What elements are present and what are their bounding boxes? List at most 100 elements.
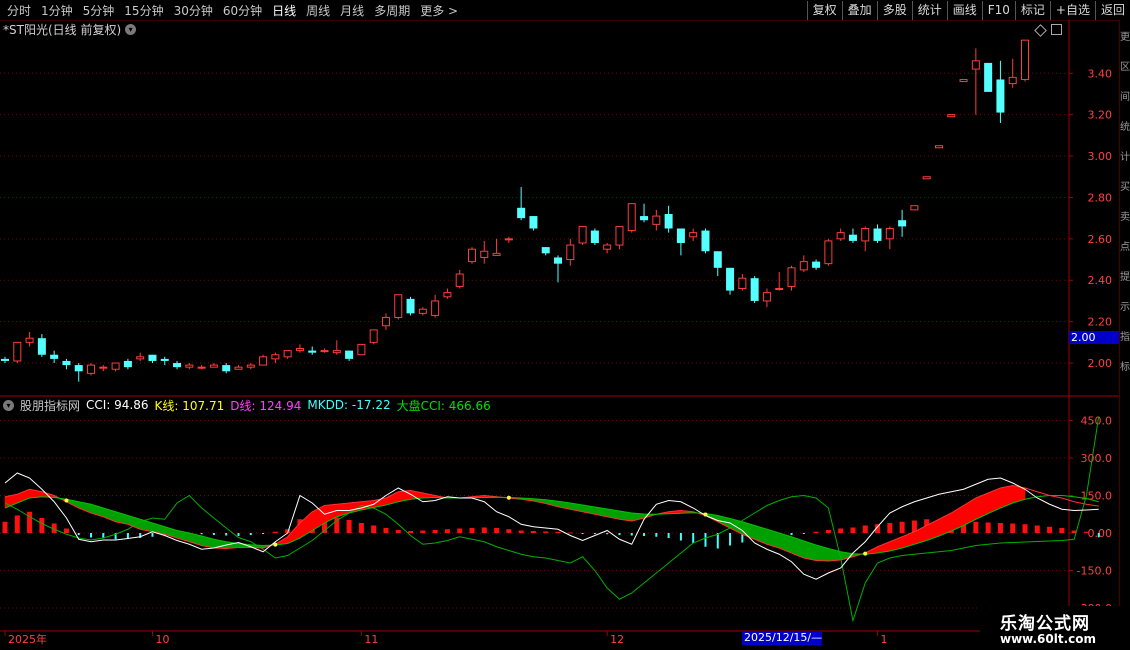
sidebar-glyph[interactable]: 提 (1120, 268, 1130, 283)
mkdd-bar (506, 529, 512, 533)
mkdd-bar (90, 533, 93, 538)
mkdd-bar (63, 528, 69, 533)
candle-body-up (455, 273, 464, 287)
main-chart-icons (1034, 24, 1062, 37)
candle-body-up (332, 350, 341, 354)
candle-body-up (357, 343, 366, 356)
candle-body-up (947, 114, 956, 118)
candle-body-up (394, 294, 403, 318)
mkdd-bar (383, 528, 389, 533)
crossover-dot (863, 551, 868, 556)
candle-body-up (799, 261, 808, 271)
candle-body-down (726, 267, 735, 291)
candle-body-down (406, 298, 415, 314)
mkdd-bar (77, 533, 80, 535)
candle-body-up (418, 308, 427, 314)
panel-toggle-icon[interactable] (1051, 24, 1062, 35)
dropdown-circle-icon[interactable]: ▾ (125, 23, 137, 35)
sidebar-glyph[interactable]: 区 (1120, 58, 1130, 73)
diamond-icon[interactable] (1034, 24, 1047, 37)
candle-body-up (259, 356, 268, 366)
candle-body-up (467, 248, 476, 263)
main-ytick-label: 2.80 (1088, 191, 1113, 204)
candle-body-up (492, 252, 501, 256)
main-ytick-label: 3.40 (1088, 67, 1113, 80)
mkdd-bar (692, 533, 695, 543)
mkdd-bar (1083, 531, 1089, 533)
mkdd-bar (272, 531, 278, 533)
mkdd-bar (494, 528, 500, 533)
mkdd-bar (1097, 533, 1100, 538)
candle-body-down (62, 360, 71, 366)
candle-body-up (959, 78, 968, 83)
candle-body-down (148, 354, 157, 361)
candle-body-up (1021, 39, 1029, 80)
mkdd-bar (567, 532, 573, 534)
sidebar-glyph[interactable]: 指 (1120, 328, 1130, 343)
candle-body-down (554, 257, 563, 264)
mkdd-bar (667, 533, 670, 538)
k-line-value: K线: 107.71 (154, 398, 225, 413)
candle-body-up (775, 288, 784, 291)
xtick-label: 11 (364, 633, 378, 646)
mkdd-bar (39, 518, 45, 533)
mkdd-bar (1022, 524, 1028, 533)
mkdd-bar (225, 533, 228, 536)
mkdd-bar (395, 530, 401, 533)
candle-body-up (603, 244, 612, 250)
right-sidebar[interactable] (1119, 20, 1130, 632)
crossover-dot (703, 512, 708, 517)
candle-body-up (910, 205, 919, 211)
mkdd-bar (518, 530, 524, 533)
mkdd-bar (371, 525, 377, 533)
sidebar-glyph[interactable]: 间 (1120, 88, 1130, 103)
candle-body-up (443, 292, 452, 298)
candle-body-up (1008, 76, 1017, 85)
crossover-dot (506, 495, 511, 500)
candle-body-down (676, 228, 685, 243)
stock-chart-canvas[interactable]: 2.002.202.402.602.803.003.203.40-300.0-1… (0, 0, 1130, 650)
mkdd-bar (618, 533, 621, 535)
sidebar-glyph[interactable]: 标 (1120, 358, 1130, 373)
watermark-title: 乐淘公式网 (1000, 614, 1090, 634)
sidebar-glyph[interactable]: 计 (1120, 148, 1130, 163)
mkdd-bar (200, 533, 203, 535)
mkdd-bar (985, 522, 991, 533)
candle-body-down (529, 216, 538, 229)
sidebar-glyph[interactable]: 更 (1120, 28, 1130, 43)
candle-body-up (320, 350, 329, 353)
sidebar-glyph[interactable]: 统 (1120, 118, 1130, 133)
market-cci-value: 大盘CCI: 466.66 (396, 398, 491, 413)
sidebar-glyph[interactable]: 示 (1120, 298, 1130, 313)
candle-body-down (74, 365, 83, 372)
mkdd-bar (973, 521, 979, 533)
sidebar-glyph[interactable]: 买 (1120, 178, 1130, 193)
sidebar-glyph[interactable]: 卖 (1120, 208, 1130, 223)
kd-band-segment (815, 544, 829, 562)
candle-body-up (13, 341, 22, 362)
indicator-menu-icon[interactable]: ▾ (3, 399, 14, 411)
xtick-label: 12 (610, 633, 624, 646)
candle-body-up (369, 329, 378, 343)
sidebar-glyph[interactable]: 点 (1120, 238, 1130, 253)
mkdd-bar (790, 533, 793, 535)
mkdd-bar (825, 530, 831, 533)
mkdd-bar (262, 533, 265, 534)
mkdd-bar (593, 533, 596, 534)
mkdd-bar (346, 520, 352, 533)
candle-body-down (1, 358, 9, 361)
indicator-name[interactable]: 股朋指标网 (20, 397, 80, 414)
candle-body-up (271, 354, 280, 360)
main-ytick-label: 3.00 (1088, 150, 1113, 163)
mkdd-bar (2, 521, 8, 533)
candle-body-up (689, 232, 698, 238)
mkdd-bar (543, 531, 549, 533)
mkdd-bar (802, 533, 805, 534)
d-line-value: D线: 124.94 (230, 398, 302, 413)
mkdd-bar (679, 533, 682, 541)
xtick-label: 2025年 (8, 632, 47, 646)
mkdd-bar (358, 523, 364, 533)
candle-body-up (627, 203, 636, 232)
mkdd-bar (151, 533, 154, 537)
candle-body-down (996, 79, 1005, 113)
